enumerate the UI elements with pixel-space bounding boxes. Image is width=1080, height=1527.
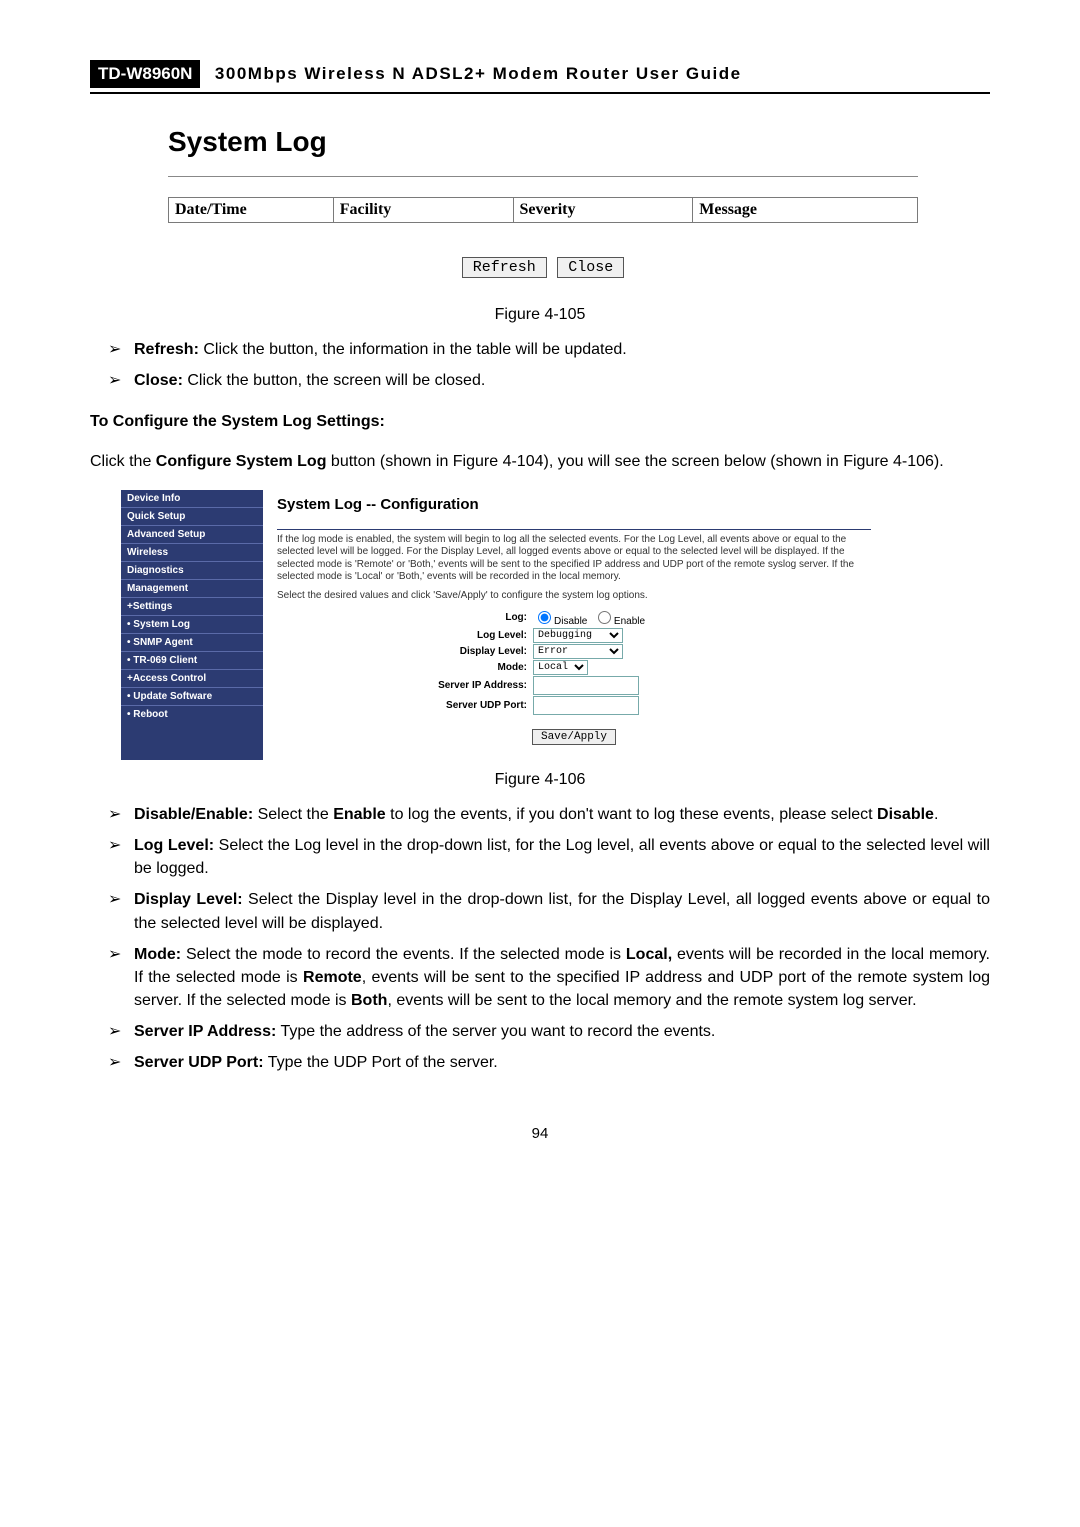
nav-system-log[interactable]: • System Log	[121, 616, 263, 634]
row-log: Log: Disable Enable	[277, 608, 871, 627]
text: Local,	[626, 946, 672, 963]
radio-disable[interactable]	[538, 611, 551, 624]
syslog-table: Date/Time Facility Severity Message	[168, 197, 918, 223]
syslog-heading: System Log	[168, 126, 918, 158]
config-panel: System Log -- Configuration If the log m…	[263, 490, 881, 760]
figure-caption-105: Figure 4-105	[90, 306, 990, 324]
save-apply-button[interactable]: Save/Apply	[532, 729, 616, 745]
nav-snmp-agent[interactable]: • SNMP Agent	[121, 634, 263, 652]
label: Display Level:	[134, 891, 243, 908]
text: Select the Display level in the drop-dow…	[134, 891, 990, 931]
config-instruction: Select the desired values and click 'Sav…	[277, 590, 871, 603]
nav-tr069[interactable]: • TR-069 Client	[121, 652, 263, 670]
text: Enable	[333, 806, 385, 823]
bullet-server-ip: Server IP Address: Type the address of t…	[108, 1020, 990, 1043]
label-loglevel: Log Level:	[277, 630, 533, 641]
nav-update-software[interactable]: • Update Software	[121, 688, 263, 706]
model-badge: TD-W8960N	[90, 60, 200, 88]
bullet-refresh: Refresh: Click the button, the informati…	[108, 338, 990, 361]
figure-4-105: System Log Date/Time Facility Severity M…	[142, 112, 938, 296]
row-serverip: Server IP Address:	[277, 676, 871, 695]
header-rule	[90, 92, 990, 94]
nav-advanced-setup[interactable]: Advanced Setup	[121, 526, 263, 544]
sidebar-nav: Device Info Quick Setup Advanced Setup W…	[121, 490, 263, 760]
nav-diagnostics[interactable]: Diagnostics	[121, 562, 263, 580]
bullet-display-level: Display Level: Select the Display level …	[108, 888, 990, 934]
text: Both	[351, 992, 387, 1009]
col-facility: Facility	[333, 198, 513, 223]
nav-wireless[interactable]: Wireless	[121, 544, 263, 562]
col-severity: Severity	[513, 198, 693, 223]
section-heading: To Configure the System Log Settings:	[90, 410, 990, 433]
config-desc: If the log mode is enabled, the system w…	[277, 534, 871, 584]
label-serverip: Server IP Address:	[277, 680, 533, 691]
nav-device-info[interactable]: Device Info	[121, 490, 263, 508]
config-title: System Log -- Configuration	[277, 496, 871, 530]
radio-disable-label: Disable	[554, 616, 587, 627]
figure-caption-106: Figure 4-106	[90, 771, 990, 789]
text: Select the mode to record the events. If…	[181, 946, 626, 963]
doc-header: TD-W8960N 300Mbps Wireless N ADSL2+ Mode…	[90, 60, 990, 88]
select-mode[interactable]: Local	[533, 660, 588, 675]
label-log: Log:	[277, 612, 533, 623]
text: Disable	[877, 806, 934, 823]
nav-access-control[interactable]: +Access Control	[121, 670, 263, 688]
bullet-server-port: Server UDP Port: Type the UDP Port of th…	[108, 1051, 990, 1074]
figure-4-106: Device Info Quick Setup Advanced Setup W…	[120, 489, 882, 761]
bullet-log-level: Log Level: Select the Log level in the d…	[108, 834, 990, 880]
doc-title: 300Mbps Wireless N ADSL2+ Modem Router U…	[205, 64, 742, 84]
nav-reboot[interactable]: • Reboot	[121, 706, 263, 760]
nav-quick-setup[interactable]: Quick Setup	[121, 508, 263, 526]
label-serverport: Server UDP Port:	[277, 700, 533, 711]
text: button (shown in Figure 4-104), you will…	[326, 453, 943, 470]
label: Disable/Enable:	[134, 806, 253, 823]
label: Server IP Address:	[134, 1023, 276, 1040]
nav-settings[interactable]: +Settings	[121, 598, 263, 616]
select-displevel[interactable]: Error	[533, 644, 623, 659]
text: Remote	[303, 969, 362, 986]
bullet-disable-enable: Disable/Enable: Select the Enable to log…	[108, 803, 990, 826]
table-header-row: Date/Time Facility Severity Message	[169, 198, 918, 223]
text: Type the address of the server you want …	[276, 1023, 715, 1040]
close-button[interactable]: Close	[557, 257, 624, 278]
page-number: 94	[90, 1125, 990, 1142]
row-displevel: Display Level: Error	[277, 644, 871, 659]
col-message: Message	[693, 198, 918, 223]
refresh-button[interactable]: Refresh	[462, 257, 547, 278]
label-displevel: Display Level:	[277, 646, 533, 657]
row-loglevel: Log Level: Debugging	[277, 628, 871, 643]
text: Type the UDP Port of the server.	[264, 1054, 498, 1071]
text: Click the	[90, 453, 156, 470]
radio-enable[interactable]	[598, 611, 611, 624]
text: Select the	[253, 806, 333, 823]
text: Select the Log level in the drop-down li…	[134, 837, 990, 877]
input-serverport[interactable]	[533, 696, 639, 715]
text: to log the events, if you don't want to …	[386, 806, 877, 823]
bullet-close: Close: Click the button, the screen will…	[108, 369, 990, 392]
section-paragraph: Click the Configure System Log button (s…	[90, 450, 990, 473]
row-serverport: Server UDP Port:	[277, 696, 871, 715]
text: Click the button, the information in the…	[199, 341, 627, 358]
input-serverip[interactable]	[533, 676, 639, 695]
text: .	[934, 806, 938, 823]
label: Refresh:	[134, 341, 199, 358]
divider	[168, 176, 918, 177]
text: Configure System Log	[156, 453, 327, 470]
label: Close:	[134, 372, 183, 389]
col-date: Date/Time	[169, 198, 334, 223]
bullet-mode: Mode: Select the mode to record the even…	[108, 943, 990, 1013]
select-loglevel[interactable]: Debugging	[533, 628, 623, 643]
label: Log Level:	[134, 837, 214, 854]
text: Click the button, the screen will be clo…	[183, 372, 485, 389]
label: Server UDP Port:	[134, 1054, 264, 1071]
text: , events will be sent to the local memor…	[387, 992, 916, 1009]
row-mode: Mode: Local	[277, 660, 871, 675]
nav-management[interactable]: Management	[121, 580, 263, 598]
radio-enable-label: Enable	[614, 616, 645, 627]
label: Mode:	[134, 946, 181, 963]
label-mode: Mode:	[277, 662, 533, 673]
